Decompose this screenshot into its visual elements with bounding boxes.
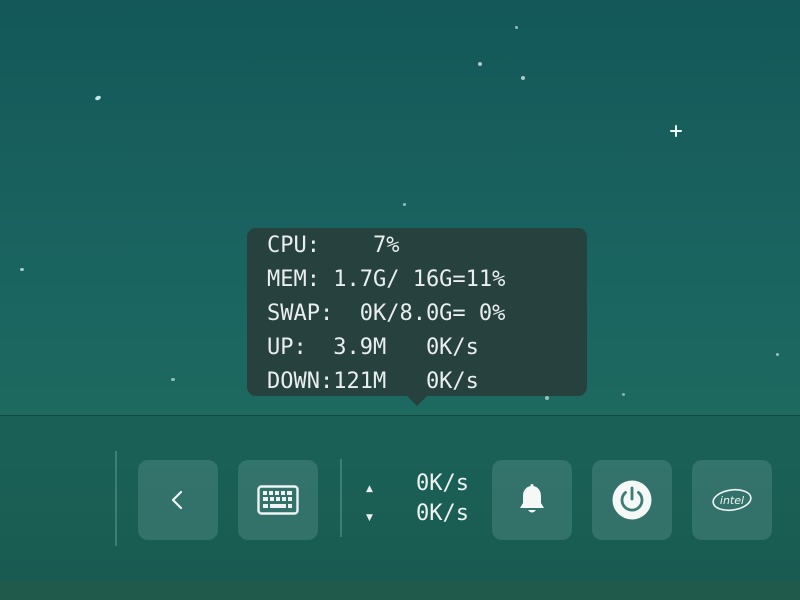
star bbox=[20, 268, 24, 271]
power-icon bbox=[611, 479, 653, 521]
tooltip-mem-line: MEM: 1.7G/ 16G=11% bbox=[267, 267, 506, 292]
dock-panel: ▲ ▼ 0K/s 0K/s intel bbox=[0, 415, 800, 582]
panel-bottom-edge bbox=[0, 581, 800, 600]
download-speed: 0K/s bbox=[416, 501, 469, 526]
star bbox=[403, 203, 406, 206]
intel-logo-text: intel bbox=[720, 494, 744, 507]
keyboard-icon bbox=[257, 485, 299, 515]
tooltip-down-line: DOWN:121M 0K/s bbox=[267, 369, 479, 394]
back-button[interactable] bbox=[138, 460, 218, 540]
intel-driver-button[interactable]: intel bbox=[692, 460, 772, 540]
tooltip-cpu-line: CPU: 7% bbox=[267, 233, 400, 258]
network-speed-indicator[interactable]: ▲ ▼ 0K/s 0K/s bbox=[360, 466, 475, 536]
upload-arrow-icon: ▲ bbox=[366, 484, 373, 494]
star bbox=[94, 94, 102, 102]
star bbox=[521, 76, 525, 80]
chevron-left-icon bbox=[167, 489, 189, 511]
bell-icon bbox=[516, 483, 548, 517]
download-arrow-icon: ▼ bbox=[366, 513, 373, 523]
power-button[interactable] bbox=[592, 460, 672, 540]
star bbox=[515, 26, 518, 29]
tooltip-swap-line: SWAP: 0K/8.0G= 0% bbox=[267, 301, 506, 326]
star bbox=[622, 393, 625, 396]
tooltip-up-line: UP: 3.9M 0K/s bbox=[267, 335, 479, 360]
upload-speed: 0K/s bbox=[416, 471, 469, 496]
panel-divider bbox=[115, 451, 117, 546]
star bbox=[478, 62, 482, 66]
star bbox=[776, 353, 779, 356]
keyboard-button[interactable] bbox=[238, 460, 318, 540]
notifications-button[interactable] bbox=[492, 460, 572, 540]
intel-logo-icon: intel bbox=[710, 487, 754, 513]
star-sparkle bbox=[670, 125, 682, 137]
system-monitor-tooltip: CPU: 7% MEM: 1.7G/ 16G=11% SWAP: 0K/8.0G… bbox=[247, 228, 587, 406]
star bbox=[171, 378, 175, 381]
panel-divider bbox=[340, 459, 342, 537]
